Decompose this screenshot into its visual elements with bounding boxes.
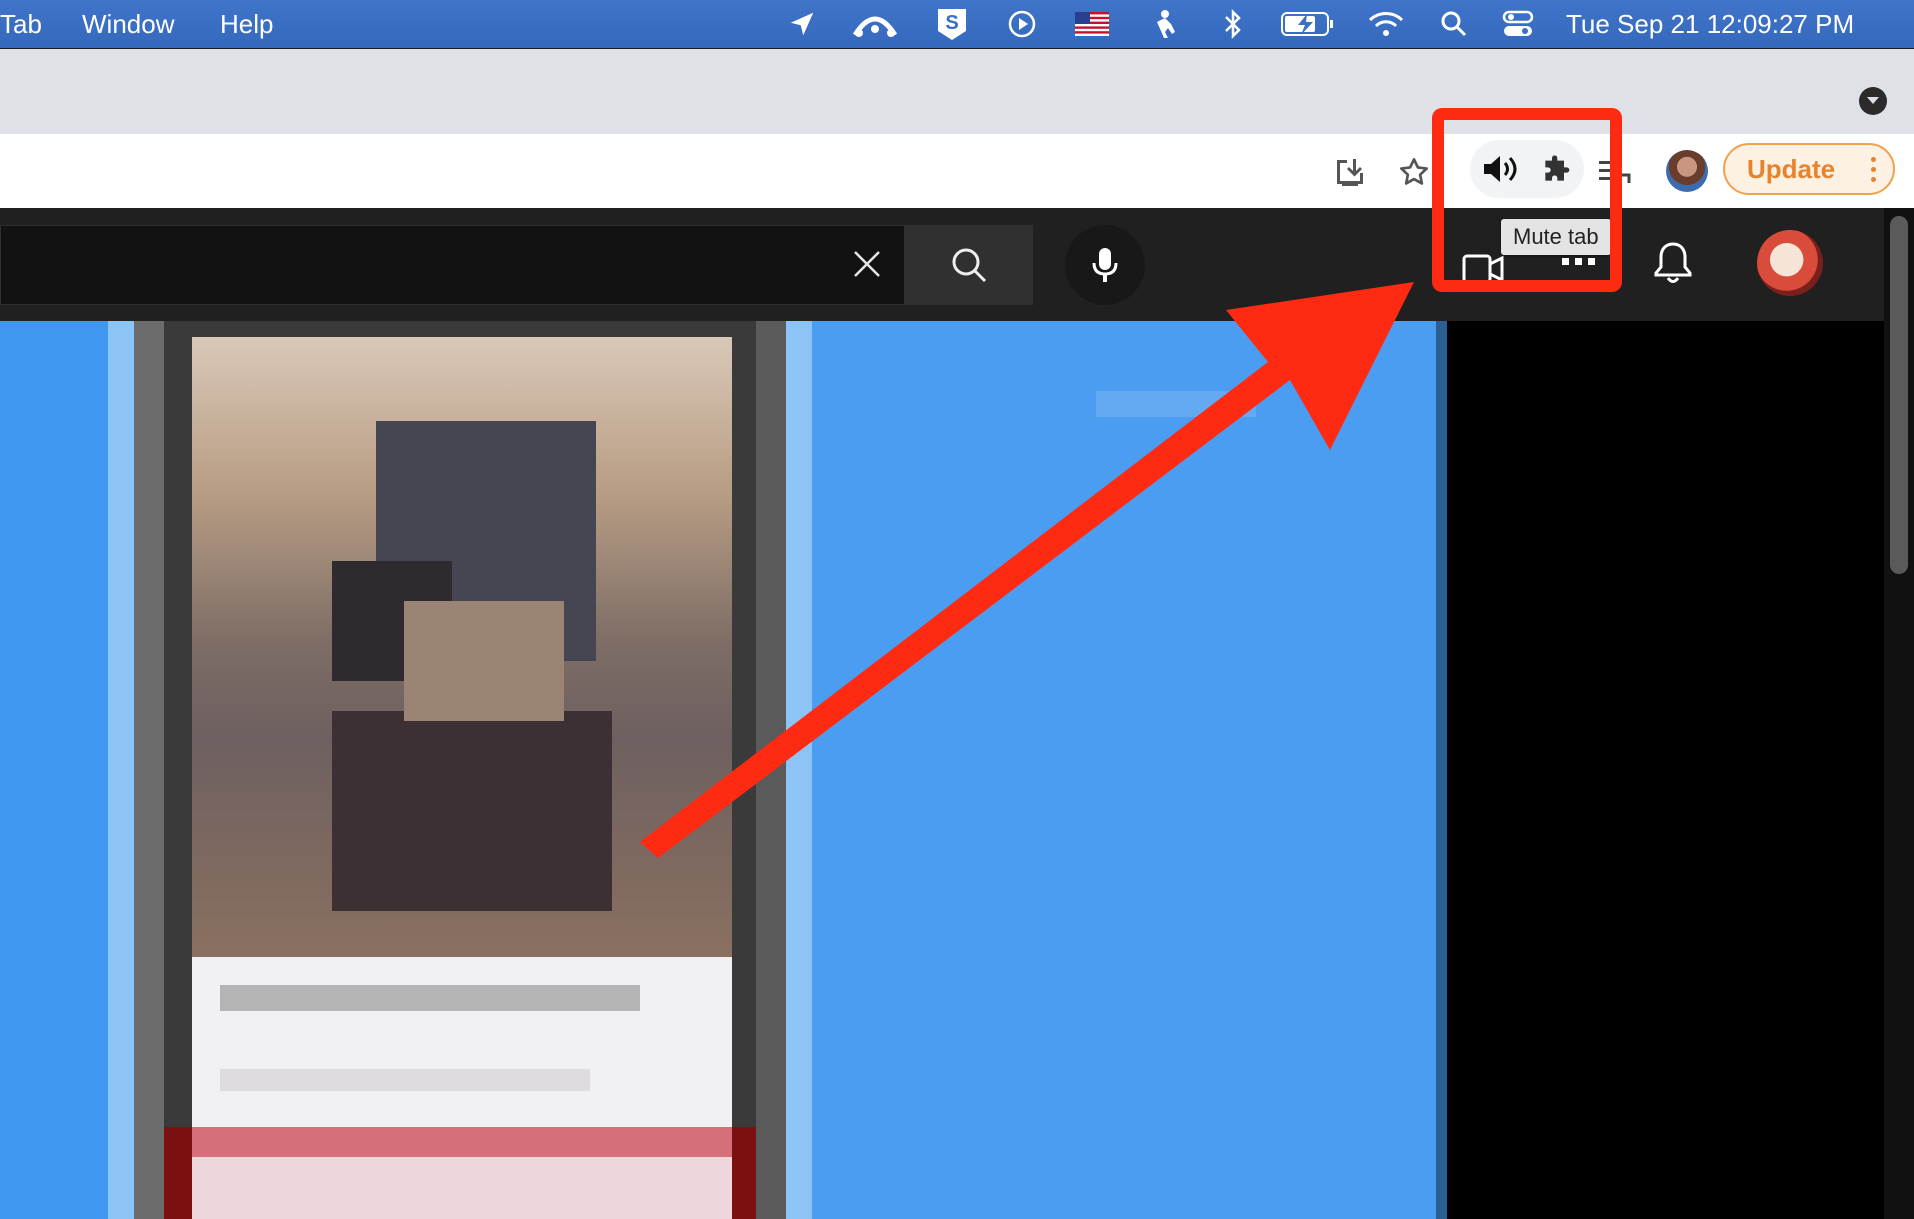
right-sidebar-blank <box>1447 321 1884 1219</box>
annotation-highlight-box <box>1432 108 1622 292</box>
scrollbar-thumb[interactable] <box>1890 216 1908 574</box>
youtube-account-avatar[interactable] <box>1757 230 1823 296</box>
install-app-icon[interactable] <box>1330 152 1370 192</box>
pixel-block-dark <box>332 711 612 911</box>
search-icon <box>952 248 987 283</box>
location-arrow-icon[interactable] <box>784 6 820 42</box>
pixelated-video-frame <box>164 321 756 1219</box>
microphone-icon <box>1092 248 1118 282</box>
pixelated-caption-area <box>192 957 732 1127</box>
wifi-icon[interactable] <box>1366 6 1406 42</box>
chrome-profile-avatar[interactable] <box>1666 150 1708 192</box>
pixel-block-light <box>192 1157 732 1219</box>
pixel-block-mid <box>404 601 564 721</box>
chevron-down-icon <box>1867 97 1879 104</box>
menu-tab[interactable]: Tab <box>0 0 42 48</box>
blurred-panel-right <box>812 321 1436 1219</box>
cloud-sync-icon[interactable] <box>850 6 900 42</box>
tab-search-button[interactable] <box>1859 87 1887 115</box>
spotlight-search-icon[interactable] <box>1438 6 1470 42</box>
browser-toolbar <box>0 134 1914 208</box>
s-app-icon[interactable]: S <box>934 6 970 42</box>
blurred-panel-left <box>0 321 108 1219</box>
blurred-edge-dark <box>1436 321 1447 1219</box>
svg-text:S: S <box>945 12 958 34</box>
search-button[interactable] <box>905 225 1033 305</box>
notifications-bell-icon[interactable] <box>1652 240 1694 291</box>
figure-icon[interactable] <box>1148 6 1184 42</box>
play-circle-icon[interactable] <box>1004 6 1040 42</box>
update-button[interactable]: Update <box>1723 143 1895 195</box>
blurred-border-right <box>756 321 786 1219</box>
menu-help[interactable]: Help <box>220 0 273 48</box>
youtube-header <box>0 208 1914 321</box>
menubar-clock[interactable]: Tue Sep 21 12:09:27 PM <box>1566 0 1854 48</box>
search-input[interactable] <box>0 225 905 305</box>
pixelated-page-content <box>0 321 1447 1219</box>
update-button-label: Update <box>1747 154 1836 184</box>
menu-window[interactable]: Window <box>82 0 174 48</box>
voice-search-button[interactable] <box>1065 225 1145 305</box>
macos-menubar: Tab Window Help S Tue Sep 21 12:09:27 PM <box>0 0 1914 48</box>
battery-charging-icon[interactable] <box>1280 6 1336 42</box>
blurred-edge <box>108 321 134 1219</box>
blurred-border-left <box>134 321 164 1219</box>
bookmark-star-icon[interactable] <box>1394 152 1434 192</box>
pixel-block-faint <box>1096 391 1256 417</box>
blurred-edge <box>786 321 812 1219</box>
pixel-block-text <box>220 985 640 1011</box>
bluetooth-icon[interactable] <box>1220 6 1246 42</box>
browser-tab-strip <box>0 48 1914 135</box>
kebab-menu-icon[interactable] <box>1871 157 1877 187</box>
pixel-block-text <box>220 1069 590 1091</box>
control-center-icon[interactable] <box>1500 6 1536 42</box>
us-flag-icon[interactable] <box>1074 6 1110 42</box>
pixel-block-pink <box>192 1127 732 1157</box>
clear-search-icon[interactable] <box>849 246 885 287</box>
